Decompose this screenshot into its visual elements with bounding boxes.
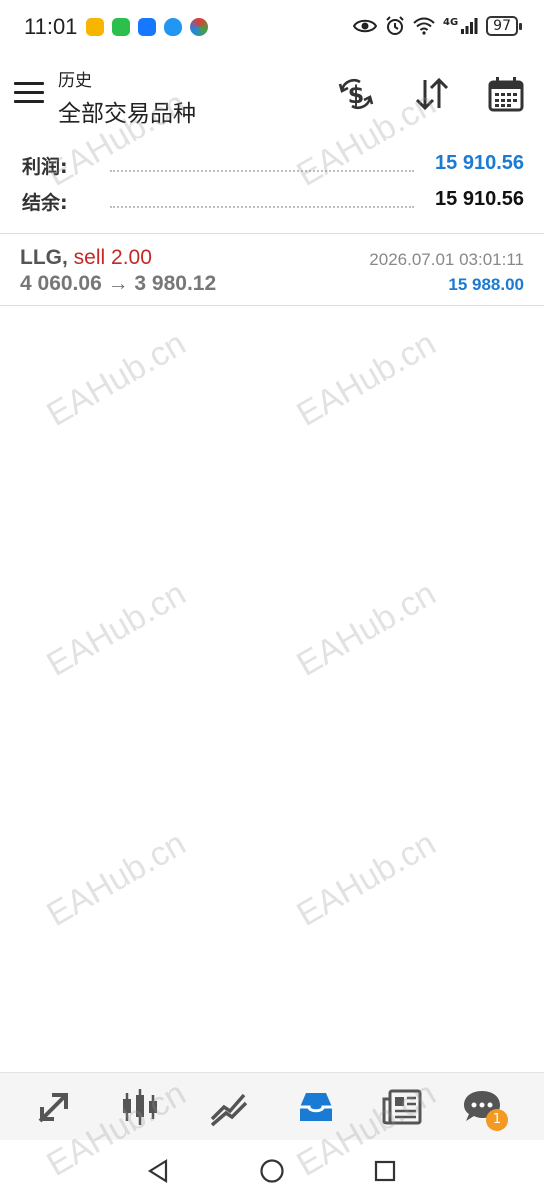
eye-icon (353, 19, 377, 33)
profit-row: 利润: 15 910.56 (22, 152, 524, 182)
status-bar: 11:01 4G 97 (0, 0, 544, 56)
deal-prices: 4 060.06 → 3 980.12 (20, 272, 217, 295)
trade-arrows-icon[interactable] (32, 1085, 76, 1129)
watermark: EAHub.cn (290, 574, 443, 684)
dotted-leader (110, 206, 414, 208)
balance-value: 15 910.56 (435, 188, 524, 210)
recents-icon[interactable] (370, 1156, 400, 1186)
balance-row: 结余: 15 910.56 (22, 188, 524, 218)
mail-app-icon (86, 18, 104, 36)
wifi-icon (413, 17, 435, 35)
currency-exchange-icon[interactable]: $ (336, 74, 376, 114)
battery-indicator: 97 (486, 16, 522, 36)
deal-row[interactable]: LLG, sell 2.00 4 060.06 → 3 980.12 2026.… (0, 234, 544, 304)
profit-label: 利润: (22, 156, 68, 178)
balance-label: 结余: (22, 192, 68, 214)
history-inbox-icon[interactable] (294, 1085, 338, 1129)
symbol-filter-title[interactable]: 全部交易品种 (58, 94, 196, 128)
history-summary: 利润: 15 910.56 结余: 15 910.56 (0, 140, 544, 232)
svg-text:$: $ (348, 81, 365, 109)
deal-symbol: LLG, (20, 246, 68, 269)
watermark: EAHub.cn (290, 324, 443, 434)
dotted-leader (110, 170, 414, 172)
sort-icon[interactable] (412, 74, 452, 114)
deal-profit: 15 988.00 (448, 275, 524, 294)
watermark: EAHub.cn (40, 324, 193, 434)
deal-time: 2026.07.01 03:01:11 (369, 250, 524, 269)
back-icon[interactable] (144, 1156, 174, 1186)
home-icon[interactable] (257, 1156, 287, 1186)
bottom-navigation: 1 (0, 1072, 544, 1141)
candlestick-icon[interactable] (118, 1085, 162, 1129)
signal-icon (461, 18, 478, 34)
wechat-app-icon (112, 18, 130, 36)
shield-app-icon (164, 18, 182, 36)
alarm-icon (386, 16, 404, 35)
colorful-app-icon (190, 18, 208, 36)
chat-nav-item[interactable]: 1 (460, 1085, 508, 1131)
chart-lines-icon[interactable] (206, 1085, 250, 1129)
status-time: 11:01 (24, 14, 78, 39)
network-type-label: 4G (443, 16, 459, 28)
system-navigation-bar (0, 1140, 544, 1200)
chat-badge: 1 (486, 1109, 508, 1131)
divider (0, 305, 544, 306)
top-app-bar: 历史 全部交易品种 $ (0, 56, 544, 136)
news-icon[interactable] (380, 1085, 424, 1129)
hamburger-menu-icon[interactable] (14, 82, 44, 106)
watermark: EAHub.cn (40, 574, 193, 684)
page-subtitle: 历史 (58, 71, 92, 91)
calendar-icon[interactable] (486, 74, 526, 114)
watermark: EAHub.cn (290, 824, 443, 934)
alipay-app-icon (138, 18, 156, 36)
watermark: EAHub.cn (40, 824, 193, 934)
profit-value: 15 910.56 (435, 152, 524, 174)
deal-side-volume: sell 2.00 (73, 246, 152, 269)
